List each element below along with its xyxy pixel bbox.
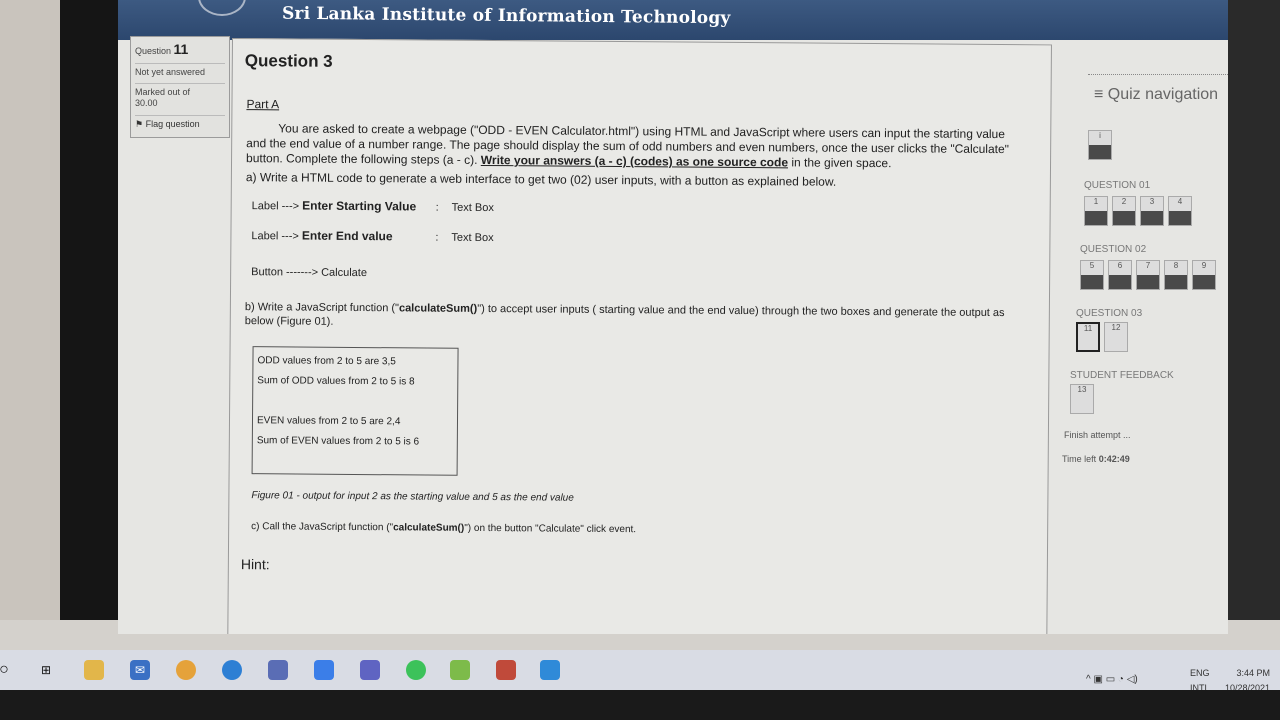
nav-button-q13[interactable]: 13 bbox=[1070, 384, 1094, 414]
teams-icon[interactable] bbox=[360, 660, 380, 680]
nav-section-label: QUESTION 01 bbox=[1084, 180, 1151, 191]
nav-button-q8[interactable]: 8 bbox=[1164, 260, 1188, 290]
time-left: Time left 0:42:49 bbox=[1062, 454, 1130, 464]
nav-button-q11[interactable]: 11 bbox=[1076, 322, 1100, 352]
nav-button-q4[interactable]: 4 bbox=[1168, 196, 1192, 226]
output-line: ODD values from 2 to 5 are 3,5 bbox=[257, 355, 396, 368]
file-explorer-icon[interactable] bbox=[84, 660, 104, 680]
search-icon[interactable]: ○ bbox=[0, 660, 14, 680]
nav-section-label: STUDENT FEEDBACK bbox=[1070, 370, 1174, 381]
hint-label: Hint: bbox=[240, 556, 270, 573]
site-title: Sri Lanka Institute of Information Techn… bbox=[281, 3, 731, 29]
output-line: Sum of ODD values from 2 to 5 is 8 bbox=[257, 375, 415, 388]
institute-logo bbox=[198, 0, 246, 16]
windows-taskbar: ○ ⊞ ✉ ^ ▣ ▭ ◔ ◁) ENG INTL 3:44 PM 10/28/… bbox=[0, 650, 1280, 693]
system-tray-icons[interactable]: ^ ▣ ▭ ◔ ◁) bbox=[1086, 674, 1138, 685]
monitor-bezel-bottom bbox=[0, 690, 1280, 720]
task-view-icon[interactable]: ⊞ bbox=[36, 660, 56, 680]
finish-attempt-link[interactable]: Finish attempt ... bbox=[1064, 430, 1131, 440]
nav-button-q3[interactable]: 3 bbox=[1140, 196, 1164, 226]
nav-button-q7[interactable]: 7 bbox=[1136, 260, 1160, 290]
mail-icon[interactable]: ✉ bbox=[130, 660, 150, 680]
flag-icon: ⚑ bbox=[135, 119, 144, 129]
nav-button-q1[interactable]: 1 bbox=[1084, 196, 1108, 226]
field-spec-list: Label ---> Enter Starting Value : Text B… bbox=[245, 198, 1036, 300]
question-title: Question 3 bbox=[244, 51, 333, 71]
flag-question-link[interactable]: ⚑ Flag question bbox=[135, 115, 225, 130]
quiz-navigation: ≡ Quiz navigation i QUESTION 01 1 2 3 4 … bbox=[1058, 70, 1228, 630]
step-b: b) Write a JavaScript function ("calcula… bbox=[244, 301, 1005, 328]
browser-screen: Sri Lanka Institute of Information Techn… bbox=[118, 0, 1228, 634]
step-c: c) Call the JavaScript function ("calcul… bbox=[251, 521, 637, 536]
question-info-block: Question 11 Not yet answered Marked out … bbox=[130, 36, 230, 138]
question-grade: Marked out of 30.00 bbox=[135, 83, 225, 109]
output-line: Sum of EVEN values from 2 to 5 is 6 bbox=[256, 435, 420, 448]
figure-caption: Figure 01 - output for input 2 as the st… bbox=[251, 490, 574, 504]
zoom-icon[interactable] bbox=[314, 660, 334, 680]
calculator-icon[interactable] bbox=[496, 660, 516, 680]
photos-icon[interactable] bbox=[540, 660, 560, 680]
question-number: Question 11 bbox=[135, 41, 189, 57]
nav-section-label: QUESTION 02 bbox=[1080, 244, 1147, 255]
paint-icon[interactable] bbox=[450, 660, 470, 680]
nav-button-q9[interactable]: 9 bbox=[1192, 260, 1216, 290]
chrome-icon[interactable] bbox=[176, 660, 196, 680]
quiz-navigation-title: ≡ Quiz navigation bbox=[1094, 86, 1219, 103]
nav-button-q12[interactable]: 12 bbox=[1104, 322, 1128, 352]
app-icon[interactable] bbox=[268, 660, 288, 680]
nav-button-q5[interactable]: 5 bbox=[1080, 260, 1104, 290]
button-spec: Button -------> Calculate bbox=[251, 266, 368, 280]
answer-instruction: Write your answers (a - c) (codes) as on… bbox=[480, 152, 789, 170]
question-content: Question 3 Part A You are asked to creat… bbox=[227, 38, 1052, 634]
edge-icon[interactable] bbox=[222, 660, 242, 680]
site-header: Sri Lanka Institute of Information Techn… bbox=[118, 0, 1228, 40]
part-label: Part A bbox=[246, 97, 280, 112]
sample-output-box: ODD values from 2 to 5 are 3,5 Sum of OD… bbox=[251, 346, 459, 476]
nav-button-q2[interactable]: 2 bbox=[1112, 196, 1136, 226]
nav-button-q6[interactable]: 6 bbox=[1108, 260, 1132, 290]
monitor-bezel bbox=[60, 0, 120, 625]
question-state: Not yet answered bbox=[135, 63, 225, 77]
nav-section-label: QUESTION 03 bbox=[1076, 308, 1143, 319]
output-line: EVEN values from 2 to 5 are 2,4 bbox=[256, 415, 401, 428]
whatsapp-icon[interactable] bbox=[406, 660, 426, 680]
nav-button-info[interactable]: i bbox=[1088, 130, 1112, 160]
step-a: a) Write a HTML code to generate a web i… bbox=[245, 170, 837, 189]
question-intro: You are asked to create a webpage ("ODD … bbox=[246, 121, 1009, 171]
